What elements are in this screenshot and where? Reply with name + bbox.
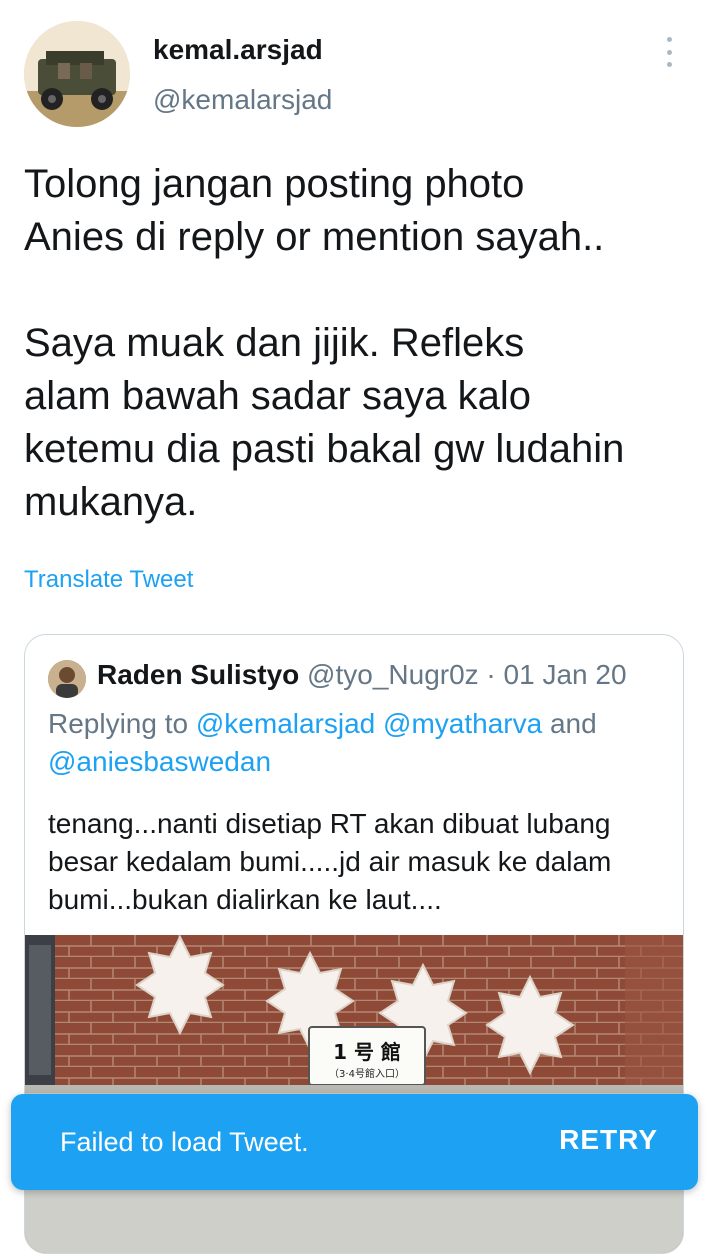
retry-button[interactable]: RETRY — [559, 1124, 658, 1156]
replying-and: and — [549, 708, 597, 739]
quoted-display-name[interactable]: Raden Sulistyo — [97, 659, 299, 690]
replying-to-mention-last[interactable]: @aniesbaswedan — [48, 746, 271, 777]
profile-photo-icon — [24, 21, 130, 127]
replying-to-line: Replying to @kemalarsjad @myatharva and … — [48, 705, 668, 781]
quoted-author-avatar[interactable] — [48, 660, 86, 698]
replying-to-mentions[interactable]: @kemalarsjad @myatharva — [196, 708, 542, 739]
toast-message: Failed to load Tweet. — [60, 1127, 309, 1157]
quoted-handle-date: @tyo_Nugr0z · 01 Jan 20 — [307, 659, 627, 690]
tweet-text: Tolong jangan posting photo Anies di rep… — [24, 162, 625, 524]
error-toast: Failed to load Tweet. RETRY — [11, 1094, 698, 1190]
quoted-tweet-text: tenang...nanti disetiap RT akan dibuat l… — [48, 808, 612, 915]
replying-prefix: Replying to — [48, 708, 189, 739]
quoted-profile-photo-icon — [48, 660, 86, 698]
translate-tweet-link[interactable]: Translate Tweet — [24, 566, 193, 594]
author-handle[interactable]: @kemalarsjad — [153, 84, 332, 116]
quoted-header: Raden Sulistyo @tyo_Nugr0z · 01 Jan 20 — [97, 659, 627, 691]
image-sign-subtext: （3·4号館入口） — [329, 1067, 405, 1080]
image-sign-text: 1 号 館 — [333, 1040, 401, 1064]
more-options-icon[interactable] — [655, 32, 683, 72]
author-avatar[interactable] — [24, 21, 130, 127]
author-display-name[interactable]: kemal.arsjad — [153, 34, 323, 66]
